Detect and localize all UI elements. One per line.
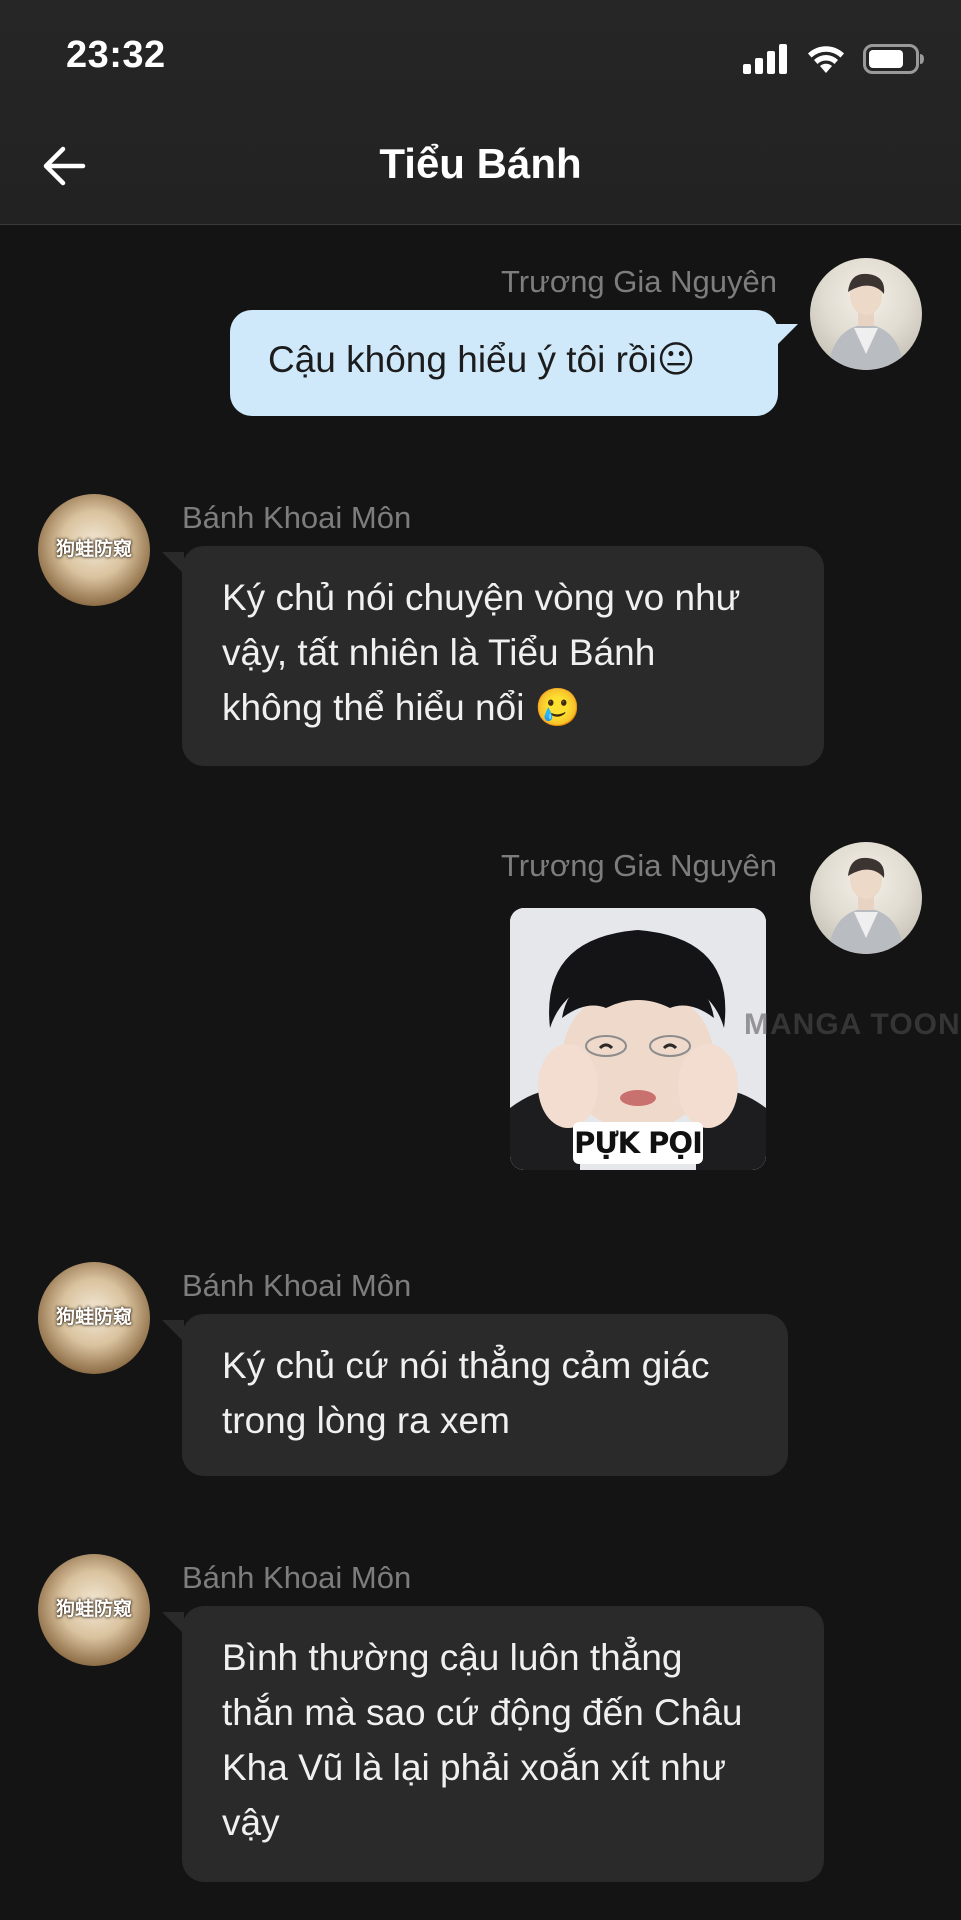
battery-icon bbox=[863, 44, 924, 74]
avatar[interactable]: 狗蛙防窥 bbox=[38, 1554, 150, 1666]
message-line: vậy, tất nhiên là Tiểu Bánh bbox=[222, 632, 656, 673]
status-icons bbox=[743, 42, 925, 76]
message-line: vậy bbox=[222, 1802, 280, 1843]
sticker-image[interactable]: PỰK PỌI bbox=[510, 908, 766, 1170]
bubble-tail bbox=[162, 1612, 184, 1634]
message-line: Bình thường cậu luôn thẳng bbox=[222, 1637, 683, 1678]
top-bar: 23:32 Tiểu Bánh bbox=[0, 0, 961, 225]
bubble-tail bbox=[162, 552, 184, 574]
avatar[interactable] bbox=[810, 258, 922, 370]
sender-name: Trương Gia Nguyên bbox=[501, 848, 777, 883]
message-line: thắn mà sao cứ động đến Châu bbox=[222, 1692, 743, 1733]
chat-title: Tiểu Bánh bbox=[379, 140, 582, 187]
message-bubble[interactable]: Cậu không hiểu ý tôi rồi😐 bbox=[230, 310, 778, 416]
sender-name: Bánh Khoai Môn bbox=[182, 1560, 412, 1595]
message-line: Kha Vũ là lại phải xoắn xít như bbox=[222, 1747, 727, 1788]
person-photo bbox=[828, 857, 904, 954]
sticker-caption: PỰK PỌI bbox=[573, 1122, 703, 1164]
message-line: không thể hiểu nổi 🥲 bbox=[222, 687, 581, 728]
sender-name: Bánh Khoai Môn bbox=[182, 1268, 412, 1303]
message-line: trong lòng ra xem bbox=[222, 1400, 510, 1441]
message-line: Ký chủ cứ nói thẳng cảm giác bbox=[222, 1345, 710, 1386]
watermark: MANGA TOON bbox=[744, 1008, 961, 1041]
avatar[interactable] bbox=[810, 842, 922, 954]
sender-name: Trương Gia Nguyên bbox=[501, 264, 777, 299]
message-text: Cậu không hiểu ý tôi rồi😐 bbox=[268, 339, 696, 380]
wifi-icon bbox=[808, 46, 844, 73]
sender-name: Bánh Khoai Môn bbox=[182, 500, 412, 535]
avatar-caption: 狗蛙防窥 bbox=[55, 1599, 132, 1620]
avatar-caption: 狗蛙防窥 bbox=[55, 1307, 132, 1328]
message-bubble[interactable]: Bình thường cậu luôn thẳng thắn mà sao c… bbox=[182, 1606, 824, 1882]
message-bubble[interactable]: Ký chủ nói chuyện vòng vo như vậy, tất n… bbox=[182, 546, 824, 766]
avatar-caption: 狗蛙防窥 bbox=[55, 539, 132, 560]
status-time: 23:32 bbox=[66, 34, 166, 76]
avatar[interactable]: 狗蛙防窥 bbox=[38, 494, 150, 606]
bubble-tail bbox=[776, 324, 798, 346]
person-photo bbox=[828, 273, 904, 370]
bubble-tail bbox=[162, 1320, 184, 1342]
cellular-signal-icon bbox=[743, 44, 787, 74]
message-bubble[interactable]: Ký chủ cứ nói thẳng cảm giác trong lòng … bbox=[182, 1314, 788, 1476]
avatar[interactable]: 狗蛙防窥 bbox=[38, 1262, 150, 1374]
message-line: Ký chủ nói chuyện vòng vo như bbox=[222, 577, 741, 618]
